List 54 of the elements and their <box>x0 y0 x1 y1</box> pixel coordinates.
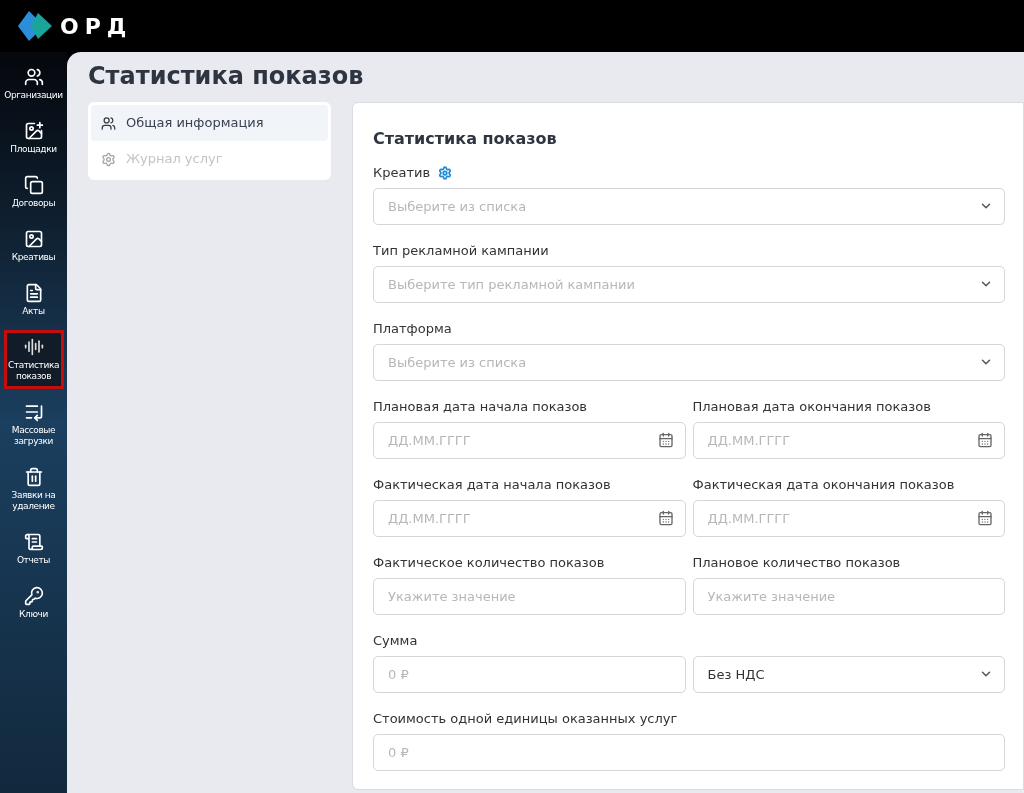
scroll-icon <box>23 532 44 552</box>
gear-icon <box>101 151 116 167</box>
list-arrow-icon <box>23 402 44 422</box>
field-label: Фактическое количество показов <box>373 554 605 573</box>
image-icon <box>23 229 44 249</box>
field-label: Фактическая дата начала показов <box>373 476 611 495</box>
nav-item[interactable]: Организации <box>3 60 64 108</box>
field-label: Стоимость одной единицы оказанных услуг <box>373 710 678 729</box>
brand-name: ОРД <box>60 12 133 41</box>
field-label: Сумма <box>373 632 418 651</box>
trash-icon <box>23 467 44 487</box>
field-label: Плановая дата начала показов <box>373 398 588 417</box>
nav-item[interactable]: Площадки <box>3 114 64 162</box>
date-field[interactable]: ДД.ММ.ГГГГ <box>692 422 1005 459</box>
copy-icon <box>23 175 44 195</box>
page-title: Статистика показов <box>88 61 365 92</box>
nav-item[interactable]: Отчеты <box>3 525 64 573</box>
nav-item[interactable]: Креативы <box>3 222 64 270</box>
nav-item[interactable]: Акты <box>3 276 64 324</box>
settings-icon[interactable] <box>438 166 453 180</box>
field-label: Платформа <box>373 320 452 339</box>
section-tab[interactable]: Общая информация <box>91 105 328 141</box>
nav-item[interactable]: Договоры <box>3 168 64 216</box>
users-icon <box>23 67 44 87</box>
field-label: Тип рекламной кампании <box>373 242 549 261</box>
input-field[interactable]: 0 ₽ <box>373 656 686 693</box>
select-field[interactable]: Без НДС <box>692 656 1005 693</box>
nav-item[interactable]: Статистика показов <box>3 330 64 389</box>
nav-item[interactable]: Массовые загрузки <box>3 395 64 454</box>
image-plus-icon <box>23 121 44 141</box>
users-icon <box>101 115 116 131</box>
key-icon <box>23 586 44 606</box>
select-field[interactable]: Выберите тип рекламной кампании <box>373 266 1005 303</box>
input-field[interactable]: Укажите значение <box>692 578 1005 615</box>
nav-item[interactable]: Заявки на удаление <box>3 460 64 519</box>
field-label: Фактическая дата окончания показов <box>692 476 955 495</box>
nav-item[interactable]: Ключи <box>3 579 64 627</box>
form-title: Статистика показов <box>373 128 558 147</box>
calendar-icon[interactable] <box>657 432 674 448</box>
select-field[interactable]: Выберите из списка <box>373 188 1005 225</box>
calendar-icon[interactable] <box>657 510 674 526</box>
date-field[interactable]: ДД.ММ.ГГГГ <box>692 500 1005 537</box>
date-field[interactable]: ДД.ММ.ГГГГ <box>373 500 686 537</box>
field-label: Плановое количество показов <box>692 554 901 573</box>
input-field[interactable]: Укажите значение <box>373 578 686 615</box>
date-field[interactable]: ДД.ММ.ГГГГ <box>373 422 686 459</box>
input-field[interactable]: 0 ₽ <box>373 734 1005 771</box>
calendar-icon[interactable] <box>977 432 993 448</box>
select-field[interactable]: Выберите из списка <box>373 344 1005 381</box>
audio-bars-icon <box>23 337 44 357</box>
logo-icon <box>18 11 52 41</box>
field-label: Плановая дата окончания показов <box>692 398 931 417</box>
field-label: Креатив <box>373 164 431 183</box>
calendar-icon[interactable] <box>977 510 993 526</box>
